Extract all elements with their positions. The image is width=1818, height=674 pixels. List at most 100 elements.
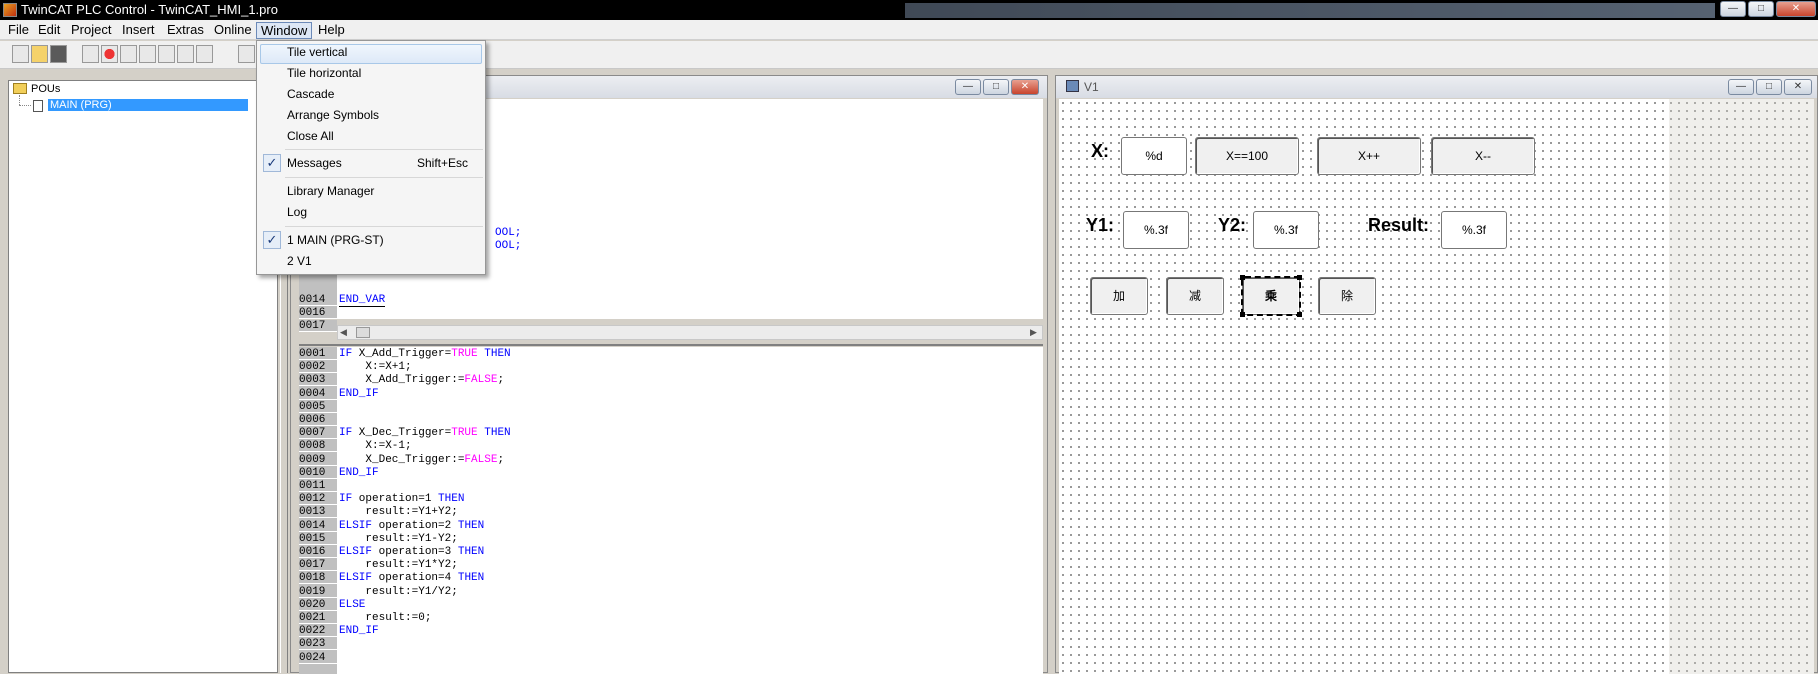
line-number: 0024 (299, 651, 337, 664)
menu-insert[interactable]: Insert (118, 22, 159, 39)
line-number: 0021 (299, 612, 337, 624)
subtract-button[interactable]: 减 (1166, 277, 1224, 315)
menu-file[interactable]: File (4, 22, 33, 39)
menu-item-main-prg-st[interactable]: 1 MAIN (PRG-ST) (287, 233, 384, 247)
toolbar-icon-6[interactable] (177, 45, 194, 63)
menu-item-log[interactable]: Log (287, 205, 307, 219)
stop-icon[interactable] (101, 45, 118, 63)
code-line: X:=X+1; (339, 361, 412, 374)
viz-minimize-button[interactable]: — (1728, 79, 1754, 95)
decl-partial-2: OOL; (495, 240, 522, 252)
new-file-icon[interactable] (12, 45, 29, 63)
selection-handle[interactable] (1297, 312, 1302, 317)
line-number: 0009 (299, 453, 337, 466)
menu-project[interactable]: Project (67, 22, 115, 39)
line-number: 0020 (299, 598, 337, 611)
line-number: 0011 (299, 480, 337, 492)
y2-label: Y2: (1218, 215, 1247, 235)
x-set-100-button[interactable]: X==100 (1195, 137, 1299, 175)
selection-handle[interactable] (1240, 312, 1245, 317)
editor-minimize-button[interactable]: — (955, 79, 981, 95)
add-button[interactable]: 加 (1090, 277, 1148, 315)
line-number: 0002 (299, 361, 337, 374)
code-line: X_Dec_Trigger:=FALSE; (339, 453, 505, 466)
menu-item-arrange-symbols[interactable]: Arrange Symbols (287, 108, 379, 122)
horizontal-scrollbar[interactable]: ◀ ▶ (337, 325, 1043, 340)
line-number: 0010 (299, 466, 337, 479)
line-number: 0022 (299, 625, 337, 638)
code-line: ELSIF operation=4 THEN (339, 572, 485, 585)
pane-divider[interactable] (299, 344, 1043, 346)
y2-input[interactable]: %.3f (1253, 211, 1319, 249)
editor-close-button[interactable]: ✕ (1011, 79, 1039, 95)
code-line: END_VAR (339, 294, 386, 307)
menu-edit[interactable]: Edit (34, 22, 64, 39)
toolbar-icon-7[interactable] (196, 45, 213, 63)
editor-maximize-button[interactable]: □ (983, 79, 1009, 95)
menu-online[interactable]: Online (210, 22, 256, 39)
menu-item-tile-horizontal[interactable]: Tile horizontal (287, 66, 361, 80)
toolbar-icon-3[interactable] (120, 45, 137, 63)
menu-help[interactable]: Help (314, 22, 349, 39)
viz-close-button[interactable]: ✕ (1784, 79, 1812, 95)
x-value-field: %d (1121, 137, 1187, 175)
multiply-button[interactable]: 乘 (1241, 276, 1301, 316)
toolbar-icon-5[interactable] (158, 45, 175, 63)
checkmark-icon: ✓ (263, 154, 281, 172)
toolbar-icon-1[interactable] (82, 45, 99, 63)
visualization-icon (1066, 80, 1079, 92)
visualization-title: V1 (1084, 80, 1099, 94)
code-pane[interactable]: 0001 IF X_Add_Trigger=TRUE THEN 0002 X:=X+… (299, 347, 1043, 674)
menu-item-close-all[interactable]: Close All (287, 129, 334, 143)
scrollbar-thumb[interactable] (356, 327, 370, 338)
toolbar-icon-4[interactable] (139, 45, 156, 63)
line-number: 0013 (299, 506, 337, 519)
y1-input[interactable]: %.3f (1123, 211, 1189, 249)
scroll-right-arrow[interactable]: ▶ (1030, 327, 1037, 338)
menu-item-v1[interactable]: 2 V1 (287, 254, 312, 268)
menu-window[interactable]: Window (256, 22, 313, 39)
selection-handle[interactable] (1240, 275, 1245, 280)
line-number: 0014 (299, 294, 337, 306)
app-icon (3, 3, 17, 17)
visualization-titlebar: V1 — □ ✕ (1056, 76, 1817, 98)
open-folder-icon[interactable] (31, 45, 48, 63)
scroll-left-arrow[interactable]: ◀ (340, 327, 347, 338)
menu-extras[interactable]: Extras (163, 22, 208, 39)
tree-root-pous[interactable]: POUs (31, 83, 60, 95)
code-line: ELSIF operation=3 THEN (339, 546, 485, 558)
line-number: 0015 (299, 532, 337, 545)
line-number: 0006 (299, 414, 337, 426)
line-number: 0018 (299, 572, 337, 585)
line-number: 0005 (299, 400, 337, 413)
viz-maximize-button[interactable]: □ (1756, 79, 1782, 95)
line-number: 0003 (299, 374, 337, 387)
menu-item-cascade[interactable]: Cascade (287, 87, 334, 101)
menu-item-tile-vertical[interactable]: Tile vertical (287, 45, 347, 59)
window-title: TwinCAT PLC Control - TwinCAT_HMI_1.pro (21, 2, 278, 17)
visualization-canvas[interactable]: X: %d X==100 X++ X-- Y1: %.3f Y2: %.3f R… (1059, 99, 1814, 674)
menu-separator (285, 149, 483, 150)
cut-icon[interactable] (238, 45, 255, 63)
minimize-button[interactable]: — (1720, 1, 1746, 17)
line-number: 0016 (299, 546, 337, 558)
visualization-window: V1 — □ ✕ X: %d X==100 X++ X-- Y1: %.3f Y… (1055, 75, 1818, 674)
title-bar: TwinCAT PLC Control - TwinCAT_HMI_1.pro … (0, 0, 1818, 20)
result-field: %.3f (1441, 211, 1507, 249)
code-line: END_IF (339, 625, 379, 638)
x-increment-button[interactable]: X++ (1317, 137, 1421, 175)
menu-item-messages[interactable]: Messages (287, 156, 342, 170)
save-icon[interactable] (50, 45, 67, 63)
divide-button[interactable]: 除 (1318, 277, 1376, 315)
tree-item-main[interactable]: MAIN (PRG) (48, 99, 248, 111)
code-line: IF X_Dec_Trigger=TRUE THEN (339, 427, 511, 440)
result-label: Result: (1368, 215, 1430, 235)
selection-handle[interactable] (1297, 275, 1302, 280)
code-line: IF operation=1 THEN (339, 493, 465, 506)
menu-item-library-manager[interactable]: Library Manager (287, 184, 374, 198)
x-decrement-button[interactable]: X-- (1431, 137, 1535, 175)
close-button[interactable]: ✕ (1776, 1, 1816, 17)
code-line: result:=Y1*Y2; (339, 559, 458, 572)
maximize-button[interactable]: □ (1748, 1, 1774, 17)
background-window-strip (905, 3, 1715, 18)
